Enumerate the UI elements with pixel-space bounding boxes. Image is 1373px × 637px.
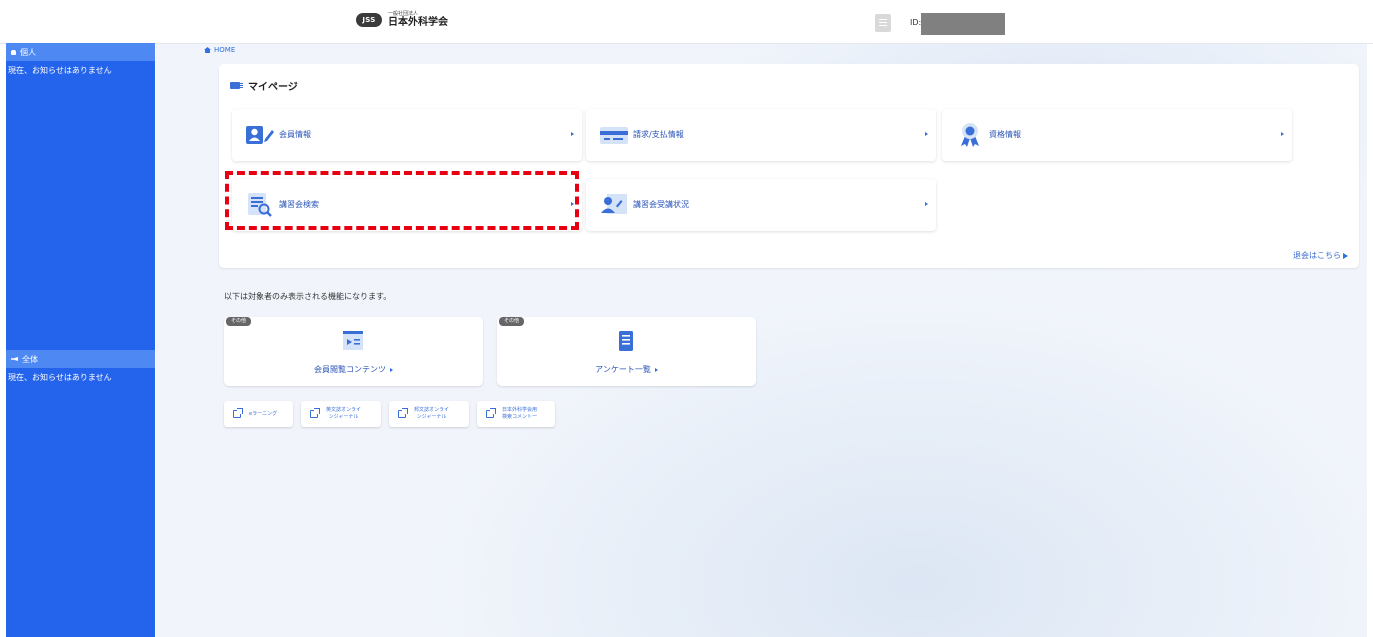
logo-title: 日本外科学会: [388, 17, 448, 28]
withdraw-link[interactable]: 退会はこちら: [1293, 250, 1348, 261]
all-notice-heading: 全体: [6, 350, 155, 368]
play-arrow-icon: [1343, 252, 1348, 259]
logo-badge: JSS: [356, 13, 382, 27]
link-label-line1: eラーニング: [249, 410, 278, 417]
feature-survey-list[interactable]: その他 アンケート一覧: [497, 317, 756, 386]
member-info-icon: [246, 126, 274, 144]
link-label-line2: ンジャーナル: [328, 414, 359, 420]
mypage-title: マイページ: [230, 78, 298, 93]
menu-label: 資格情報: [989, 130, 1021, 139]
clipboard-list-icon: [619, 331, 633, 351]
feature-member-content[interactable]: その他 会員閲覧コンテンツ: [224, 317, 483, 386]
category-tag: その他: [499, 317, 525, 326]
link-label-line1: 日本外科学会用: [502, 407, 538, 414]
withdraw-label[interactable]: 退会はこちら: [1293, 250, 1341, 261]
all-heading-label: 全体: [22, 354, 38, 364]
feature-label: 会員閲覧コンテンツ: [224, 364, 483, 375]
notice-sidebar: 個人 現在、お知らせはありません 全体 現在、お知らせはありません: [6, 43, 155, 637]
chevron-right-icon: [571, 202, 574, 206]
personal-notice-heading: 個人: [6, 43, 155, 61]
chevron-right-icon: [925, 132, 928, 136]
link-elearning[interactable]: eラーニング: [224, 401, 293, 427]
home-icon: [204, 47, 211, 53]
megaphone-icon: [11, 357, 18, 361]
user-id-redacted: [921, 13, 1005, 35]
top-header: JSS 一般社団法人 日本外科学会 ID:: [0, 0, 1373, 44]
feature-label-text: 会員閲覧コンテンツ: [314, 365, 386, 374]
personal-notice-text: 現在、お知らせはありません: [8, 66, 112, 75]
video-list-icon: [343, 331, 363, 350]
breadcrumb-home[interactable]: HOME: [214, 46, 235, 54]
category-tag: その他: [226, 317, 252, 326]
link-english-journal[interactable]: 英文誌オンライ ンジャーナル: [301, 401, 381, 427]
breadcrumb[interactable]: HOME: [204, 46, 235, 54]
mypage-card: マイページ 会員情報 請求/支払情報 資格情報 講習会検索 講習会受講状況 退会…: [219, 64, 1359, 268]
menu-member-info[interactable]: 会員情報: [232, 109, 582, 161]
all-notice-text: 現在、お知らせはありません: [8, 373, 112, 382]
personal-heading-label: 個人: [20, 47, 36, 57]
external-link-icon: [233, 408, 243, 418]
attendance-status-icon: [601, 194, 627, 214]
chevron-right-icon: [925, 202, 928, 206]
link-label-line1: 邦文誌オンライ: [414, 407, 450, 414]
external-link-icon: [310, 408, 320, 418]
feature-label-text: アンケート一覧: [595, 365, 651, 374]
certificate-ribbon-icon: [961, 123, 979, 147]
menu-certificate-info[interactable]: 資格情報: [942, 109, 1292, 161]
chevron-right-icon: [654, 367, 658, 372]
menu-billing-info[interactable]: 請求/支払情報: [586, 109, 936, 161]
menu-label: 講習会検索: [279, 200, 319, 209]
link-search-comment[interactable]: 日本外科学会用 検索コメント一: [477, 401, 555, 427]
feature-label: アンケート一覧: [497, 364, 756, 375]
menu-label: 講習会受講状況: [633, 200, 689, 209]
bell-icon: [11, 49, 16, 55]
document-icon[interactable]: [875, 14, 891, 32]
chevron-right-icon: [1281, 132, 1284, 136]
menu-seminar-search[interactable]: 講習会検索: [232, 179, 582, 231]
link-label: eラーニング: [249, 411, 277, 418]
menu-label: 請求/支払情報: [633, 130, 684, 139]
restricted-features-notice: 以下は対象者のみ表示される機能になります。: [224, 292, 392, 301]
external-link-icon: [398, 408, 408, 418]
link-label-line2: 検索コメント一: [502, 414, 538, 420]
link-label-line2: ンジャーナル: [416, 414, 447, 420]
link-label: 日本外科学会用 検索コメント一: [502, 407, 537, 421]
menu-label: 会員情報: [279, 130, 311, 139]
external-link-icon: [486, 408, 496, 418]
link-label: 英文誌オンライ ンジャーナル: [326, 407, 361, 421]
chevron-right-icon: [571, 132, 574, 136]
logo-text: 一般社団法人 日本外科学会: [388, 12, 448, 28]
user-id-label: ID:: [910, 18, 922, 27]
society-logo[interactable]: JSS 一般社団法人 日本外科学会: [356, 12, 448, 28]
chevron-right-icon: [390, 367, 393, 372]
profile-card-icon: [230, 82, 243, 89]
document-search-icon: [248, 193, 272, 217]
link-label: 邦文誌オンライ ンジャーナル: [414, 407, 449, 421]
mypage-title-text: マイページ: [248, 82, 298, 93]
billing-card-icon: [600, 127, 628, 144]
link-japanese-journal[interactable]: 邦文誌オンライ ンジャーナル: [389, 401, 469, 427]
link-label-line1: 英文誌オンライ: [326, 407, 362, 414]
menu-seminar-attendance[interactable]: 講習会受講状況: [586, 179, 936, 231]
